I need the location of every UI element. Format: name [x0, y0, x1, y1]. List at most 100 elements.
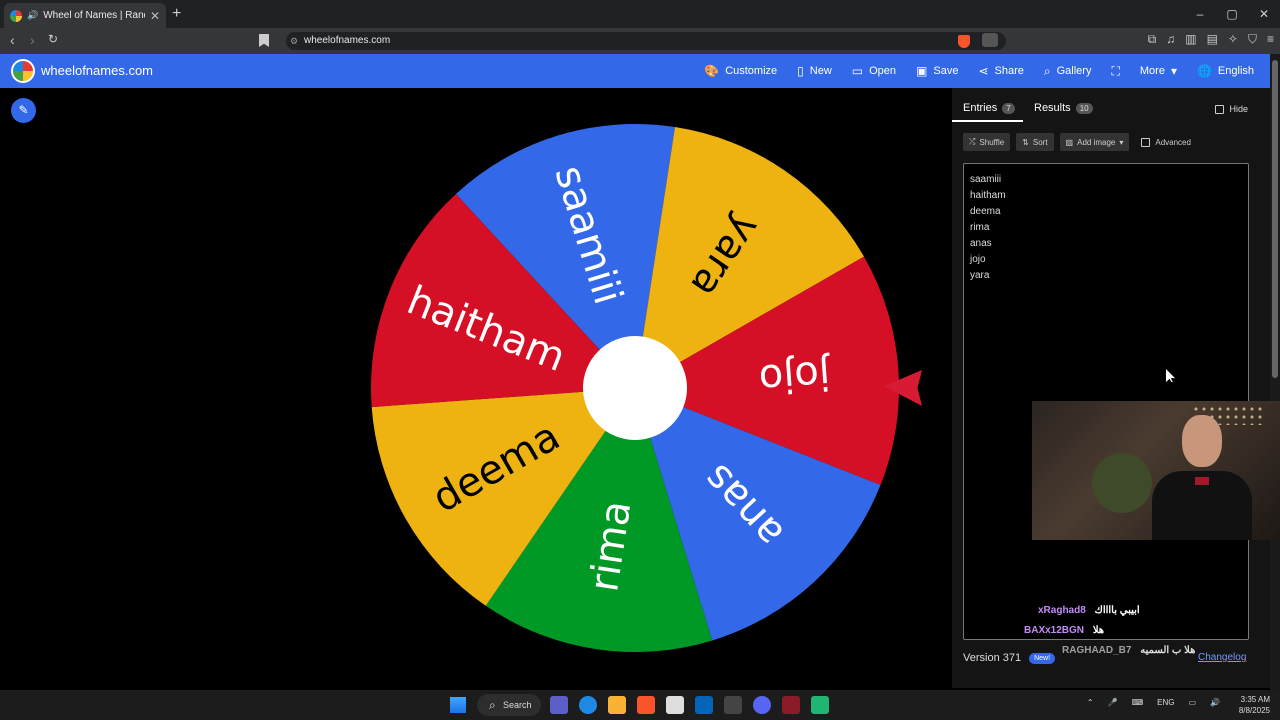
chevron-down-icon: ▾ [1119, 137, 1124, 147]
keyboard-icon[interactable]: ⌨ [1132, 698, 1144, 707]
wallet-icon[interactable]: ▤ [1207, 32, 1218, 47]
obs-icon[interactable] [724, 696, 742, 714]
save-icon: ▣ [916, 64, 928, 78]
changelog-link[interactable]: Changelog [1198, 652, 1246, 663]
speaker-icon: 🔊 [27, 10, 39, 20]
taskbar-search[interactable]: Search [477, 694, 541, 716]
scrollbar-thumb[interactable] [1272, 60, 1278, 378]
store-icon[interactable] [666, 696, 684, 714]
reload-icon[interactable]: ↻ [48, 32, 58, 46]
discord-icon[interactable] [753, 696, 771, 714]
forward-icon[interactable]: › [30, 32, 35, 48]
gallery-label: Gallery [1056, 65, 1092, 77]
chat-text: ابيبي بااااك [1094, 605, 1140, 616]
advanced-checkbox[interactable]: Advanced [1141, 137, 1191, 147]
entries-count-badge: 7 [1002, 102, 1015, 114]
fullscreen-button[interactable]: ⛶ [1111, 64, 1119, 79]
edge-icon[interactable] [579, 696, 597, 714]
lang-indicator[interactable]: ENG [1157, 698, 1174, 707]
shuffle-label: Shuffle [979, 137, 1005, 147]
teams-icon[interactable] [550, 696, 568, 714]
entry-line: haitham [970, 190, 1006, 201]
entry-line: deema [970, 206, 1001, 217]
leo-icon[interactable]: ✧ [1228, 32, 1238, 47]
date: 8/8/2025 [1238, 706, 1270, 715]
file-icon: ▯ [797, 64, 804, 78]
save-button[interactable]: ▣ Save [916, 64, 958, 78]
tab-results[interactable]: Results 10 [1034, 102, 1093, 114]
shuffle-button[interactable]: ⤮ Shuffle [963, 133, 1011, 151]
add-image-label: Add image [1077, 137, 1116, 147]
chevron-up-icon[interactable]: ⌃ [1087, 698, 1094, 707]
customize-button[interactable]: 🎨 Customize [704, 64, 777, 78]
entry-line: anas [970, 238, 992, 249]
windows-taskbar: Search ⌃ 🎤 ⌨ ENG ▭ 🔊 3:35 AM 8/8/2025 [0, 690, 1280, 720]
globe-icon: 🌐 [1196, 64, 1212, 78]
menu-icon[interactable]: ≡ [1267, 32, 1274, 47]
outlook-icon[interactable] [695, 696, 713, 714]
hide-checkbox[interactable]: Hide [1215, 104, 1248, 114]
close-tab-icon[interactable]: ✕ [150, 9, 160, 23]
add-image-button[interactable]: ▨ Add image ▾ [1059, 133, 1130, 151]
new-tab-button[interactable]: + [172, 5, 181, 23]
system-tray: ⌃ 🎤 ⌨ ENG ▭ 🔊 [1087, 698, 1220, 707]
gallery-button[interactable]: ⌕ Gallery [1044, 64, 1092, 79]
search-icon: ⌕ [1043, 63, 1051, 78]
page-scrollbar[interactable] [1270, 54, 1280, 690]
chevron-down-icon: ▾ [1170, 64, 1177, 78]
logo-icon[interactable] [11, 59, 35, 83]
tool-icon[interactable] [811, 696, 829, 714]
back-icon[interactable]: ‹ [10, 32, 15, 48]
webcam-overlay [1032, 401, 1280, 540]
open-button[interactable]: ▭ Open [852, 64, 896, 78]
share-icon: ⋖ [978, 64, 989, 78]
network-icon[interactable]: ▭ [1188, 698, 1196, 707]
new-badge: New! [1029, 652, 1056, 664]
windows-start-icon[interactable] [450, 697, 466, 713]
wheel-favicon-icon [10, 9, 22, 22]
more-button[interactable]: More ▾ [1140, 64, 1177, 78]
wheel-center-button[interactable] [583, 336, 687, 440]
sidebar-icon[interactable]: ▥ [1185, 32, 1196, 47]
sort-label: Sort [1032, 137, 1048, 147]
tab-title: Wheel of Names | Random n... [43, 10, 145, 21]
share-button[interactable]: ⋖ Share [978, 64, 1023, 78]
spinning-wheel[interactable]: saamiii yarajojoanasrimadeemahaitham [369, 122, 901, 654]
minimize-icon[interactable]: – [1184, 0, 1216, 28]
chat-message: RAGHAAD_B7 هلا ب السميه [1062, 645, 1195, 656]
sort-button[interactable]: ⇅ Sort [1016, 133, 1054, 151]
open-label: Open [869, 65, 897, 77]
window-controls: – ▢ ✕ [1184, 0, 1280, 28]
entry-line: rima [970, 222, 990, 233]
vpn-icon[interactable]: ⛉ [1248, 32, 1257, 47]
bookmark-icon[interactable] [259, 34, 269, 47]
save-label: Save [933, 65, 959, 77]
browser-tab[interactable]: 🔊 Wheel of Names | Random n... ✕ [4, 3, 166, 28]
chat-user: xRaghad8 [1038, 605, 1086, 616]
volume-icon[interactable]: 🔊 [1210, 698, 1220, 707]
media-icon[interactable]: ♫ [1166, 32, 1175, 47]
screenshot-icon[interactable]: ⧉ [1148, 32, 1157, 47]
checkbox-box[interactable] [1215, 104, 1225, 114]
mic-icon[interactable]: 🎤 [1108, 698, 1118, 707]
entries-panel: Entries 7 Results 10 Hide ⤮ Shuffle ⇅ Sort ▨… [952, 88, 1270, 688]
checkbox-box[interactable] [1141, 137, 1151, 147]
url-field[interactable]: wheelofnames.com [286, 32, 1006, 50]
hide-label: Hide [1229, 104, 1248, 114]
tab-entries[interactable]: Entries 7 [963, 102, 1015, 114]
maximize-icon[interactable]: ▢ [1216, 0, 1248, 28]
close-window-icon[interactable]: ✕ [1248, 0, 1280, 28]
shuffle-icon: ⤮ [969, 137, 976, 146]
entries-tab-label: Entries [963, 102, 998, 114]
brave-icon[interactable] [637, 696, 655, 714]
edit-pencil-button[interactable]: ✎ [11, 98, 36, 123]
language-label: English [1217, 65, 1254, 77]
language-button[interactable]: 🌐 English [1197, 64, 1254, 78]
rewards-icon[interactable] [982, 33, 998, 47]
brand-link[interactable]: wheelofnames.com [41, 63, 153, 78]
folder-icon[interactable] [608, 696, 626, 714]
new-button[interactable]: ▯ New [797, 64, 832, 78]
app-icon[interactable] [782, 696, 800, 714]
brave-shield-icon[interactable] [958, 35, 970, 48]
clock[interactable]: 3:35 AM 8/8/2025 [1239, 694, 1270, 716]
